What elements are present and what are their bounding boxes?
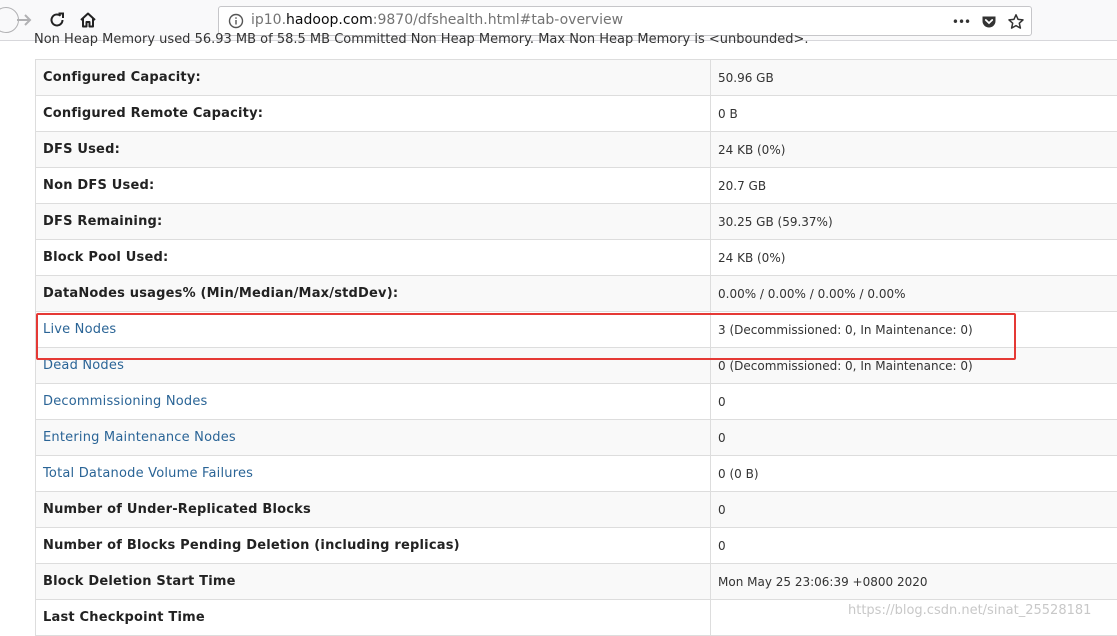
pocket-icon[interactable] xyxy=(979,12,999,32)
bookmark-star-icon[interactable] xyxy=(1006,12,1026,32)
entering-maintenance-nodes-value: 0 xyxy=(711,420,1117,456)
reload-button[interactable] xyxy=(43,6,71,34)
row-key: DataNodes usages% (Min/Median/Max/stdDev… xyxy=(36,276,711,312)
url-text[interactable]: ip10.hadoop.com:9870/dfshealth.html#tab-… xyxy=(251,12,623,28)
volume-failures-link[interactable]: Total Datanode Volume Failures xyxy=(36,456,711,492)
live-nodes-link[interactable]: Live Nodes xyxy=(36,312,711,348)
star-shape xyxy=(1007,13,1025,31)
table-row: DFS Used: 24 KB (0%) xyxy=(36,132,1117,168)
row-value: 0 xyxy=(711,492,1117,528)
table-row: DataNodes usages% (Min/Median/Max/stdDev… xyxy=(36,276,1117,312)
forward-arrow-icon xyxy=(15,11,33,29)
decommissioning-nodes-link[interactable]: Decommissioning Nodes xyxy=(36,384,711,420)
live-nodes-value: 3 (Decommissioned: 0, In Maintenance: 0) xyxy=(711,312,1117,348)
row-value: 0.00% / 0.00% / 0.00% / 0.00% xyxy=(711,276,1117,312)
heap-memory-summary: Non Heap Memory used 56.93 MB of 58.5 MB… xyxy=(34,32,808,47)
table-row: Configured Remote Capacity: 0 B xyxy=(36,96,1117,132)
table-row: DFS Remaining: 30.25 GB (59.37%) xyxy=(36,204,1117,240)
table-row-decommissioning: Decommissioning Nodes 0 xyxy=(36,384,1117,420)
row-key: DFS Used: xyxy=(36,132,711,168)
reload-icon xyxy=(48,11,66,29)
row-key: Non DFS Used: xyxy=(36,168,711,204)
csdn-watermark: https://blog.csdn.net/sinat_25528181 xyxy=(848,603,1091,618)
row-key: Number of Blocks Pending Deletion (inclu… xyxy=(36,528,711,564)
row-key: Configured Capacity: xyxy=(36,60,711,96)
info-icon[interactable] xyxy=(228,13,244,29)
row-value: Mon May 25 23:06:39 +0800 2020 xyxy=(711,564,1117,600)
more-actions-icon[interactable]: ••• xyxy=(951,12,971,32)
row-key: Last Checkpoint Time xyxy=(36,600,711,636)
pocket-shape xyxy=(981,14,997,30)
row-key: DFS Remaining: xyxy=(36,204,711,240)
row-value: 50.96 GB xyxy=(711,60,1117,96)
url-suffix: :9870/dfshealth.html#tab-overview xyxy=(373,12,623,28)
table-row: Configured Capacity: 50.96 GB xyxy=(36,60,1117,96)
volume-failures-value: 0 (0 B) xyxy=(711,456,1117,492)
row-value: 0 xyxy=(711,528,1117,564)
entering-maintenance-nodes-link[interactable]: Entering Maintenance Nodes xyxy=(36,420,711,456)
row-value: 20.7 GB xyxy=(711,168,1117,204)
table-row-entering-maintenance: Entering Maintenance Nodes 0 xyxy=(36,420,1117,456)
home-icon xyxy=(79,11,97,29)
dead-nodes-value: 0 (Decommissioned: 0, In Maintenance: 0) xyxy=(711,348,1117,384)
dead-nodes-link[interactable]: Dead Nodes xyxy=(36,348,711,384)
more-label: ••• xyxy=(952,15,970,29)
row-key: Block Pool Used: xyxy=(36,240,711,276)
table-row-live-nodes: Live Nodes 3 (Decommissioned: 0, In Main… xyxy=(36,312,1117,348)
row-value: 30.25 GB (59.37%) xyxy=(711,204,1117,240)
home-button[interactable] xyxy=(74,6,102,34)
table-row: Block Deletion Start Time Mon May 25 23:… xyxy=(36,564,1117,600)
row-key: Configured Remote Capacity: xyxy=(36,96,711,132)
decommissioning-nodes-value: 0 xyxy=(711,384,1117,420)
row-value: 24 KB (0%) xyxy=(711,240,1117,276)
row-value: 24 KB (0%) xyxy=(711,132,1117,168)
table-row: Non DFS Used: 20.7 GB xyxy=(36,168,1117,204)
url-domain: hadoop.com xyxy=(286,12,373,28)
table-row: Number of Blocks Pending Deletion (inclu… xyxy=(36,528,1117,564)
url-prefix: ip10. xyxy=(251,12,286,28)
table-row-volume-failures: Total Datanode Volume Failures 0 (0 B) xyxy=(36,456,1117,492)
table-row: Number of Under-Replicated Blocks 0 xyxy=(36,492,1117,528)
row-value: 0 B xyxy=(711,96,1117,132)
table-row: Block Pool Used: 24 KB (0%) xyxy=(36,240,1117,276)
row-key: Number of Under-Replicated Blocks xyxy=(36,492,711,528)
forward-button[interactable] xyxy=(10,6,38,34)
overview-table-wrap: Configured Capacity: 50.96 GB Configured… xyxy=(35,59,1117,636)
overview-table: Configured Capacity: 50.96 GB Configured… xyxy=(35,59,1117,636)
table-row-dead-nodes: Dead Nodes 0 (Decommissioned: 0, In Main… xyxy=(36,348,1117,384)
row-key: Block Deletion Start Time xyxy=(36,564,711,600)
